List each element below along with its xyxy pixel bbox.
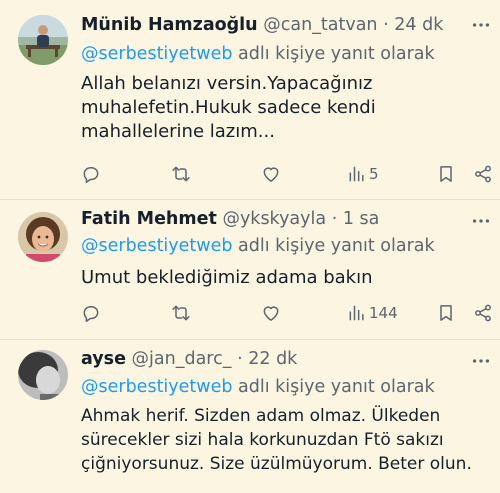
tweet-text: Ahmak herif. Sizden adam olmaz. Ülkeden … (81, 404, 492, 476)
tweet-text-line: Allah belanızı versin.Yapacağınız (81, 73, 373, 94)
tweet-text-line: mahallelerine lazım... (81, 121, 275, 142)
share-button[interactable] (473, 301, 493, 325)
reply-context: @serbestiyetweb adlı kişiye yanıt olarak (81, 43, 435, 65)
views-button[interactable]: 5 (347, 162, 379, 186)
reply-context-text: adlı kişiye yanıt olarak (232, 44, 435, 64)
reply-context: @serbestiyetweb adlı kişiye yanıt olarak (81, 235, 435, 257)
tweet-text-line: muhalefetin.Hukuk sadece kendi (81, 97, 376, 118)
views-icon (349, 166, 364, 182)
reply-context-text: adlı kişiye yanıt olarak (232, 236, 435, 256)
mention-link[interactable]: @serbestiyetweb (81, 44, 232, 64)
avatar[interactable] (18, 15, 68, 65)
mention-link[interactable]: @serbestiyetweb (81, 236, 232, 256)
avatar[interactable] (18, 212, 68, 262)
bookmark-icon (440, 166, 452, 182)
retweet-icon (172, 166, 190, 182)
username[interactable]: @ykskyayla (222, 209, 326, 229)
username[interactable]: @can_tatvan (263, 15, 377, 35)
mention-link[interactable]: @serbestiyetweb (81, 377, 232, 397)
retweet-icon (172, 305, 190, 321)
more-icon[interactable] (470, 210, 492, 232)
bookmark-button[interactable] (436, 162, 456, 186)
heart-icon (263, 167, 279, 182)
username[interactable]: @jan_darc_ (132, 349, 232, 369)
timestamp[interactable]: 22 dk (248, 349, 297, 369)
views-count: 144 (369, 304, 398, 322)
reply-icon (83, 167, 99, 183)
tweet[interactable]: Fatih Mehmet @ykskyayla · 1 sa @serbesti… (0, 200, 500, 340)
tweet-text: Allah belanızı versin.Yapacağınız muhale… (81, 72, 492, 144)
more-icon[interactable] (470, 350, 492, 372)
display-name[interactable]: ayse (81, 349, 126, 369)
action-bar: 5 (81, 162, 492, 186)
tweet-text-line: Umut beklediğimiz adama bakın (81, 267, 373, 288)
action-bar: 144 (81, 301, 492, 325)
tweet-text-line: sürecekler sizi hala korkunuzdan Ftö sak… (81, 430, 444, 450)
tweet[interactable]: ayse @jan_darc_ · 22 dk @serbestiyetweb … (0, 340, 500, 493)
more-icon[interactable] (470, 14, 492, 36)
reply-context-text: adlı kişiye yanıt olarak (232, 377, 435, 397)
share-icon (475, 165, 491, 183)
share-icon (475, 304, 491, 322)
share-button[interactable] (473, 162, 493, 186)
like-button[interactable] (261, 301, 281, 325)
retweet-button[interactable] (171, 162, 191, 186)
tweet-text-line: Ahmak herif. Sizden adam olmaz. Ülkeden (81, 406, 441, 426)
views-button[interactable]: 144 (347, 301, 398, 325)
views-count: 5 (369, 165, 379, 183)
reply-button[interactable] (81, 162, 101, 186)
timestamp[interactable]: 24 dk (394, 15, 443, 35)
heart-icon (263, 306, 279, 321)
separator-dot: · (237, 349, 243, 369)
tweet-header: Fatih Mehmet @ykskyayla · 1 sa (81, 208, 464, 230)
reply-context: @serbestiyetweb adlı kişiye yanıt olarak (81, 376, 435, 398)
display-name[interactable]: Fatih Mehmet (81, 209, 217, 229)
tweet-text: Umut beklediğimiz adama bakın (81, 266, 492, 290)
timestamp[interactable]: 1 sa (343, 209, 380, 229)
display-name[interactable]: Münib Hamzaoğlu (81, 15, 258, 35)
reply-icon (83, 306, 99, 322)
avatar[interactable] (18, 350, 68, 400)
retweet-button[interactable] (171, 301, 191, 325)
tweet[interactable]: Münib Hamzaoğlu @can_tatvan · 24 dk @ser… (0, 0, 500, 200)
reply-button[interactable] (81, 301, 101, 325)
like-button[interactable] (261, 162, 281, 186)
views-icon (349, 305, 364, 321)
tweet-text-line: çiğniyorsunuz. Size üzülmüyorum. Beter o… (81, 454, 472, 474)
separator-dot: · (331, 209, 338, 229)
bookmark-button[interactable] (436, 301, 456, 325)
tweet-header: Münib Hamzaoğlu @can_tatvan · 24 dk (81, 14, 464, 36)
tweet-header: ayse @jan_darc_ · 22 dk (81, 348, 464, 370)
bookmark-icon (440, 305, 452, 321)
separator-dot: · (383, 15, 389, 35)
